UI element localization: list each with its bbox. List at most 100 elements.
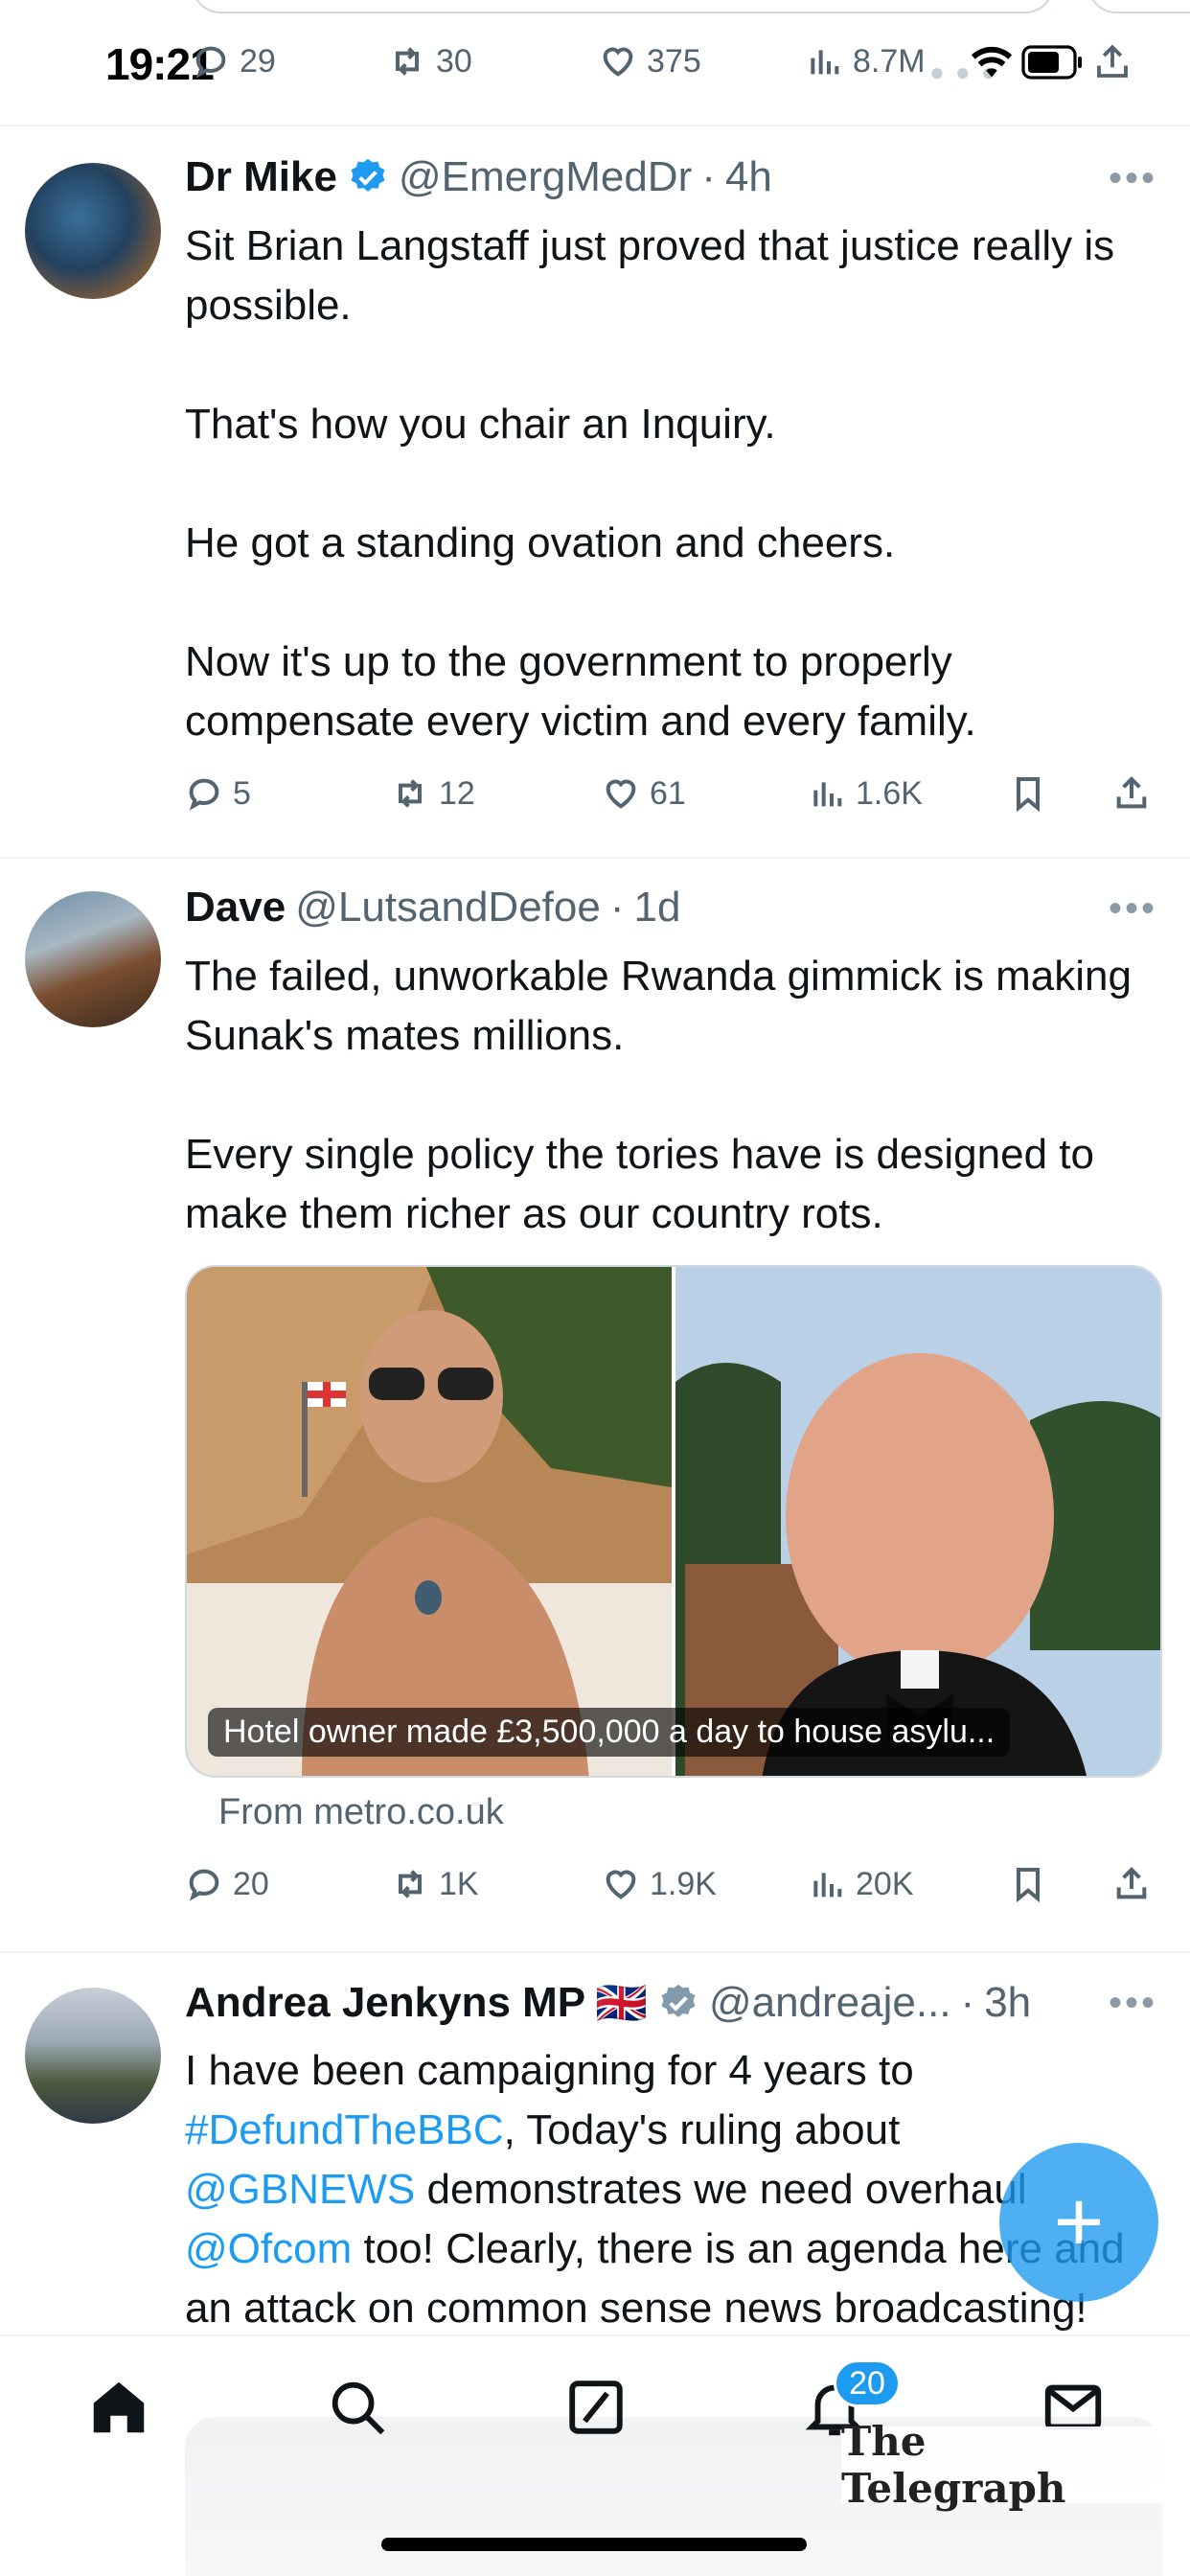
tweet-text: Sit Brian Langstaff just proved that jus…: [185, 217, 1153, 751]
reply-button[interactable]: 20: [185, 1865, 269, 1903]
repost-count: 12: [439, 774, 475, 812]
plus-icon: +: [1053, 2174, 1105, 2270]
battery-icon: [1021, 45, 1082, 80]
home-indicator: [381, 2538, 807, 2551]
views-icon: [813, 782, 842, 807]
share-icon: [1116, 1867, 1147, 1899]
like-button[interactable]: 61: [602, 774, 686, 813]
tweet-text: The failed, unworkable Rwanda gimmick is…: [185, 947, 1153, 1244]
handle[interactable]: @andreaje...: [709, 1979, 951, 2027]
link-card-caption: Hotel owner made £3,500,000 a day to hou…: [208, 1708, 1011, 1757]
tab-search[interactable]: [319, 2369, 396, 2446]
repost-icon: [396, 47, 419, 76]
avatar[interactable]: [25, 1988, 161, 2124]
compose-button[interactable]: +: [999, 2143, 1158, 2302]
reply-icon: [189, 778, 219, 811]
repost-button[interactable]: 30: [388, 42, 472, 80]
repost-button[interactable]: 12: [391, 774, 475, 813]
views-button[interactable]: 20K: [808, 1865, 914, 1903]
repost-count: 30: [436, 42, 472, 80]
grok-icon: [569, 2380, 623, 2434]
home-icon: [93, 2381, 145, 2433]
bookmark-icon: [1017, 1868, 1040, 1903]
like-button[interactable]: 1.9K: [602, 1865, 717, 1903]
avatar[interactable]: [25, 163, 161, 299]
tweet-paragraph: He got a standing ovation and cheers.: [185, 519, 896, 566]
reply-icon: [189, 1869, 219, 1901]
display-name[interactable]: Dave: [185, 884, 286, 932]
tweet-header: Andrea Jenkyns MP 🇬🇧 @andreaje... · 3h: [185, 1978, 1031, 2028]
link-card[interactable]: Hotel owner made £3,500,000 a day to hou…: [185, 1265, 1162, 1778]
bookmark-icon: [1017, 777, 1040, 813]
views-icon: [813, 1873, 842, 1898]
tweet-paragraph: Sit Brian Langstaff just proved that jus…: [185, 222, 1115, 329]
views-count: 20K: [856, 1865, 914, 1902]
tweet-paragraph: The failed, unworkable Rwanda gimmick is…: [185, 953, 1132, 1059]
views-button[interactable]: 8.7M: [805, 42, 926, 80]
media-source-label: The Telegraph: [841, 2418, 1162, 2512]
timestamp[interactable]: 4h: [725, 153, 772, 201]
reply-button[interactable]: 29: [192, 42, 276, 80]
tweet-header: Dave @LutsandDefoe · 1d: [185, 884, 680, 932]
tweet-header: Dr Mike @EmergMedDr · 4h: [185, 153, 772, 201]
tweet-text-segment: , Today's ruling about: [503, 2106, 901, 2153]
mention-link[interactable]: @Ofcom: [185, 2225, 352, 2272]
share-icon[interactable]: [1092, 42, 1133, 82]
tweet-text-segment: I have been campaigning for 4 years to: [185, 2047, 914, 2094]
share-button[interactable]: [1112, 774, 1151, 813]
tweet-paragraph: That's how you chair an Inquiry.: [185, 401, 776, 448]
views-count: 8.7M: [853, 42, 926, 80]
repost-icon: [399, 1870, 422, 1898]
display-name[interactable]: Andrea Jenkyns MP: [185, 1979, 585, 2027]
wifi-icon: [971, 46, 1013, 78]
bookmark-button[interactable]: [1009, 774, 1047, 813]
tweet-actions: 20 1K 1.9K 20K: [185, 1857, 1162, 1915]
handle[interactable]: @LutsandDefoe: [295, 884, 601, 932]
like-count: 1.9K: [650, 1865, 717, 1902]
tweet-text: I have been campaigning for 4 years to #…: [185, 2041, 1133, 2338]
tweet-dr-mike[interactable]: Dr Mike @EmergMedDr · 4h ••• Sit Brian L…: [0, 128, 1190, 859]
separator-dot: ·: [609, 884, 625, 931]
top-bar: 19:21 29 30 375 8.7M ● ● ●: [0, 0, 1190, 126]
notifications-badge: 20: [834, 2359, 901, 2407]
like-button[interactable]: 375: [599, 42, 701, 80]
link-card-source[interactable]: From metro.co.uk: [218, 1792, 504, 1833]
reply-count: 20: [233, 1865, 269, 1902]
reply-count: 29: [240, 42, 276, 80]
separator-dot: ·: [960, 1979, 975, 2026]
more-options-icon[interactable]: •••: [1109, 887, 1157, 931]
reply-button[interactable]: 5: [185, 774, 251, 813]
bookmark-button[interactable]: [1009, 1865, 1047, 1903]
display-name[interactable]: Dr Mike: [185, 153, 337, 201]
views-count: 1.6K: [856, 774, 923, 812]
previous-tweet-card-edge: [192, 0, 1054, 13]
heart-icon: [606, 1870, 636, 1899]
heart-icon: [603, 47, 633, 77]
share-button[interactable]: [1112, 1865, 1151, 1903]
mention-link[interactable]: @GBNEWS: [185, 2166, 415, 2213]
like-count: 61: [650, 774, 686, 812]
share-icon: [1116, 776, 1147, 809]
previous-tweet-card-edge: [1087, 0, 1190, 13]
timestamp[interactable]: 3h: [984, 1979, 1031, 2027]
hashtag-link[interactable]: #DefundTheBBC: [185, 2106, 504, 2153]
timestamp[interactable]: 1d: [634, 884, 681, 932]
system-icons: [970, 42, 1133, 82]
views-button[interactable]: 1.6K: [808, 774, 923, 813]
views-icon: [811, 50, 839, 75]
tab-grok[interactable]: [558, 2369, 634, 2446]
avatar[interactable]: [25, 891, 161, 1027]
reply-count: 5: [233, 774, 251, 812]
more-options-icon[interactable]: •••: [1109, 1982, 1157, 2025]
like-count: 375: [647, 42, 701, 80]
tweet-dave[interactable]: Dave @LutsandDefoe · 1d ••• The failed, …: [0, 859, 1190, 1953]
uk-flag-icon: 🇬🇧: [595, 1980, 648, 2027]
handle[interactable]: @EmergMedDr: [399, 153, 692, 201]
more-options-icon[interactable]: •••: [1109, 157, 1157, 200]
repost-count: 1K: [439, 1865, 479, 1902]
verified-badge-icon: [661, 1984, 696, 2017]
search-icon: [332, 2381, 385, 2435]
tab-home[interactable]: [80, 2369, 157, 2446]
tweet-text-segment: demonstrates we need overhaul: [415, 2166, 1027, 2213]
repost-button[interactable]: 1K: [391, 1865, 479, 1903]
